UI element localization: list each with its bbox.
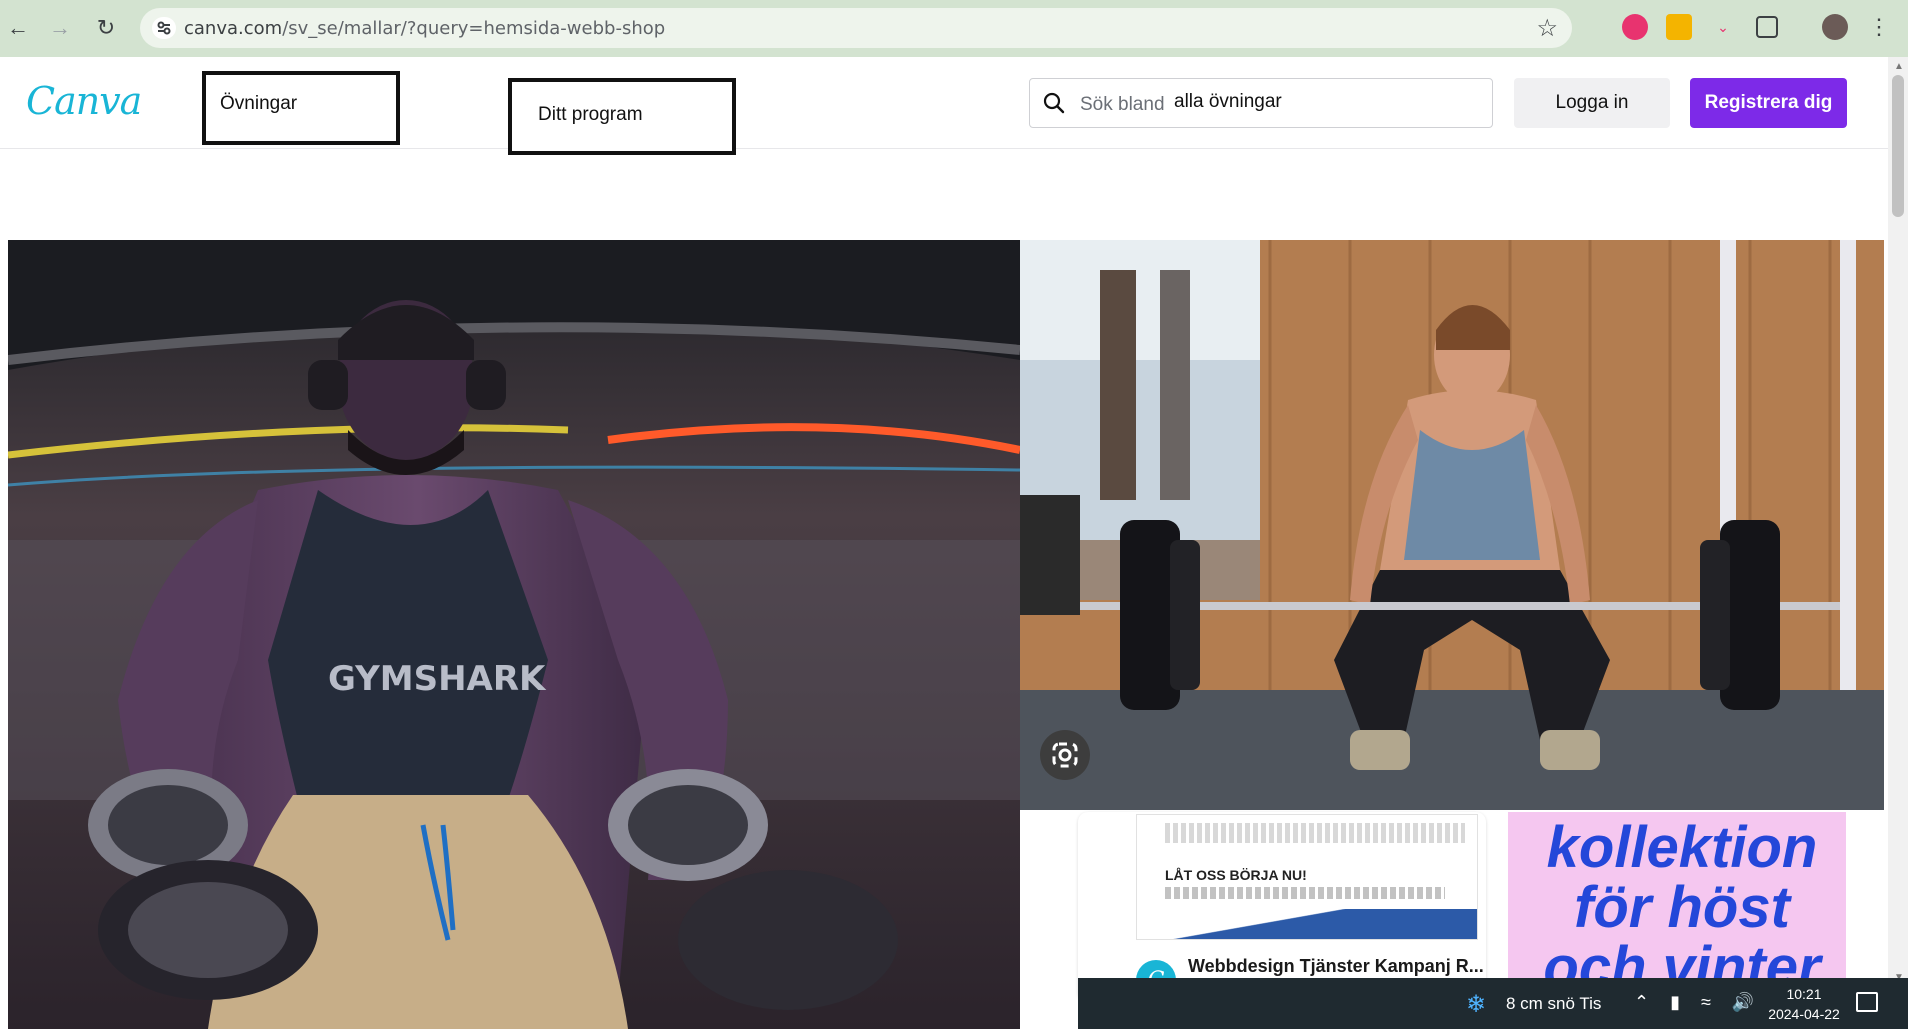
browser-toolbar: ← → ↻ canva.com/sv_se/mallar/?query=hems…	[0, 0, 1908, 57]
search-placeholder: Sök bland	[1080, 94, 1165, 115]
nav-your-program[interactable]: Ditt program	[508, 78, 736, 155]
chevron-down-icon[interactable]: ⌄	[1710, 14, 1736, 40]
visual-search-lens-icon[interactable]	[1040, 730, 1090, 780]
canva-logo[interactable]: Canva	[26, 79, 142, 123]
notification-icon[interactable]	[1856, 992, 1878, 1012]
system-tray-icons[interactable]: ⌃ ▮ ≈ 🔊	[1634, 992, 1762, 1013]
page-scrollbar[interactable]: ▲ ▼	[1888, 57, 1908, 1029]
register-button[interactable]: Registrera dig	[1690, 78, 1847, 128]
reload-icon[interactable]: ↻	[88, 10, 124, 46]
extension-icon[interactable]	[1666, 14, 1692, 40]
template-thumbnail[interactable]: LÅT OSS BÖRJA NU!	[1136, 814, 1478, 940]
forward-icon[interactable]: →	[42, 10, 78, 46]
search-icon	[1042, 91, 1066, 115]
collection-headline: kollektion för höst och vinter	[1543, 815, 1821, 1000]
thumbnail-heading: LÅT OSS BÖRJA NU!	[1165, 867, 1307, 883]
thumbnail-text-lines	[1165, 823, 1465, 843]
hero-photo-deadlift[interactable]	[1020, 240, 1884, 810]
site-header: Canva Övningar Ditt program Sök bland al…	[0, 57, 1888, 155]
back-icon[interactable]: ←	[0, 10, 36, 46]
search-box[interactable]: Sök bland alla övningar	[1029, 78, 1493, 128]
url-host: canva.com	[184, 18, 283, 39]
template-card-collection[interactable]: kollektion för höst och vinter	[1508, 812, 1846, 1002]
url-path: /sv_se/mallar/?query=hemsida-webb-shop	[282, 18, 666, 39]
menu-kebab-icon[interactable]: ⋮	[1868, 14, 1890, 40]
template-card[interactable]: LÅT OSS BÖRJA NU! C Webbdesign Tjänster …	[1078, 812, 1486, 1002]
thumbnail-body-lines	[1165, 887, 1445, 899]
os-taskbar: ❄ 8 cm snö Tis ⌃ ▮ ≈ 🔊 10:21 2024-04-22	[1078, 978, 1908, 1029]
profile-avatar[interactable]	[1822, 14, 1848, 40]
nav-exercises[interactable]: Övningar	[202, 71, 400, 145]
template-title[interactable]: Webbdesign Tjänster Kampanj R...	[1188, 956, 1484, 977]
clock[interactable]: 10:21 2024-04-22	[1756, 984, 1852, 1024]
weather-widget[interactable]: 8 cm snö Tis	[1506, 994, 1601, 1014]
extension-icon[interactable]	[1622, 14, 1648, 40]
address-bar[interactable]: canva.com/sv_se/mallar/?query=hemsida-we…	[140, 8, 1572, 48]
login-button[interactable]: Logga in	[1514, 78, 1670, 128]
site-info-icon[interactable]	[152, 17, 176, 39]
clock-date: 2024-04-22	[1768, 1006, 1840, 1022]
url-text: canva.com/sv_se/mallar/?query=hemsida-we…	[184, 18, 665, 39]
extensions-puzzle-icon[interactable]	[1756, 16, 1778, 38]
scroll-up-icon[interactable]: ▲	[1894, 61, 1904, 72]
thumbnail-wave	[1137, 909, 1477, 939]
hero-photo-athlete[interactable]: GYMSHARK	[8, 240, 1020, 1029]
snowflake-icon[interactable]: ❄	[1466, 990, 1486, 1019]
search-input[interactable]: alla övningar	[1170, 91, 1286, 113]
bookmark-star-icon[interactable]: ☆	[1536, 14, 1558, 43]
scrollbar-thumb[interactable]	[1892, 75, 1904, 217]
svg-text:GYMSHARK: GYMSHARK	[328, 659, 547, 699]
clock-time: 10:21	[1786, 986, 1822, 1002]
